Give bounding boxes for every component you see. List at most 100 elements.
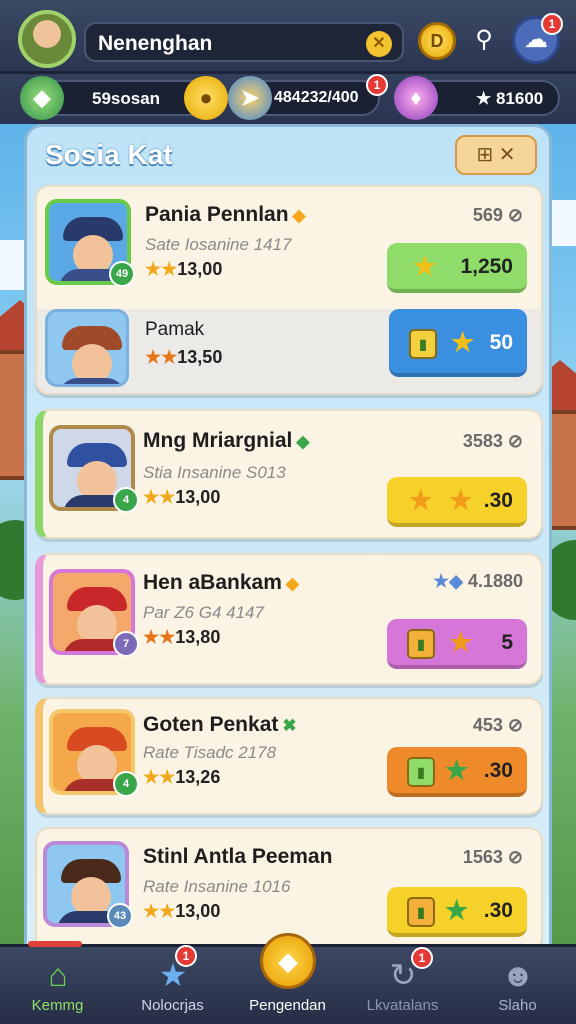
card-icon: ▮ [407,897,435,927]
subrow-action-button[interactable]: ▮ ★ 50 [389,309,527,377]
tag-icon: ◆ [285,574,299,593]
character-subtitle: Rate Tisadc 2178 [143,743,277,762]
character-rating-value: 13,00 [175,487,221,507]
subrow-name: Pamak [145,319,205,340]
nav-label: Slaho [498,997,537,1014]
character-card[interactable]: 7 Hen aBankam ◆ Par Z6 G4 4147 ★★13,80 ★◆… [35,553,543,685]
settings-button[interactable]: ☁ 1 [512,13,563,64]
star-icon: ★★ [143,627,176,647]
player-name-box[interactable]: Nenenghan ✕ [84,22,404,62]
character-rating: ★★13,00 [145,259,222,280]
nav-home[interactable]: ⌂ Kemmg [0,941,115,1024]
gem-icon: ★◆ [432,571,463,591]
level-badge: 4 [113,487,139,513]
coin-icon[interactable]: D [418,22,456,60]
character-count: 569 ⊘ [472,205,523,225]
character-count: 453 ⊘ [472,715,523,735]
card-icon: ▮ [407,629,435,659]
character-count-value: 453 [472,715,503,735]
panel-tools-button[interactable]: ⊞ ✕ [455,135,537,175]
notification-badge: 1 [175,945,197,967]
nav-label: Pengendan [249,997,326,1014]
card-icon: ▮ [407,757,435,787]
currency-compass-value: 484232/400 [274,89,359,106]
recruit-button-value: 1,250 [460,255,513,278]
recruit-button-value: 5 [501,631,513,654]
recruit-button[interactable]: ▮ ★ .30 [387,747,527,797]
character-rating: ★★13,80 [143,627,220,648]
character-card[interactable]: 49 Pania Pennlan ◆ Sate Iosanine 1417 ★★1… [35,185,543,395]
character-name: Stinl Antla Peeman [143,845,333,868]
character-name-text: Hen aBankam [143,571,282,594]
character-rating-value: 13,00 [175,901,221,921]
currency-potion-value: ★ 81600 [476,89,544,108]
character-card[interactable]: 4 Mng Mriargnial ◆ Stia Insanine S013 ★★1… [35,409,543,539]
character-count: 1563 ⊘ [462,847,523,867]
top-bar: Nenenghan ✕ D ⚲ ☁ 1 [0,0,576,74]
currency-gems[interactable]: ◆ 59sosan ● [20,76,228,120]
search-icon[interactable]: ⚲ [470,26,498,54]
level-badge: 49 [109,261,135,287]
character-name: Mng Mriargnial ◆ [143,429,309,453]
character-name: Pania Pennlan ◆ [145,203,306,227]
character-subrow[interactable]: Pamak ★★13,50 ▮ ★ 50 [37,309,541,393]
recruit-button[interactable]: ▮ ★ 5 [387,619,527,669]
star-icon: ★ [451,327,475,357]
subrow-rating-value: 13,50 [177,347,223,367]
character-rating-value: 13,00 [177,259,223,279]
nav-label: Lkvatalans [366,997,439,1014]
nav-center[interactable]: ◆ Pengendan [230,933,345,1024]
subrow-rating: ★★13,50 [145,347,222,368]
nav-notices[interactable]: ★ 1 Nolocrjas [115,945,230,1024]
recruit-button[interactable]: ▮ ★ .30 [387,887,527,937]
character-card[interactable]: 4 Goten Penkat ✖ Rate Tisadc 2178 ★★13,26… [35,697,543,815]
currency-bar: ◆ 59sosan ● ➤ 484232/400 1 ♦ ★ 81600 [0,74,576,124]
player-avatar[interactable] [18,10,76,68]
card-icon: ▮ [409,329,437,359]
home-icon: ⌂ [48,957,68,993]
character-count: 3583 ⊘ [462,431,523,451]
character-name: Goten Penkat ✖ [143,713,297,737]
character-rating: ★★13,00 [143,487,220,508]
chat-badge-icon: ◆ [260,933,316,989]
character-count-value: 1563 [462,847,503,867]
currency-gems-value: 59sosan [92,89,161,108]
tag-icon: ✖ [282,716,297,735]
level-badge: 7 [113,631,139,657]
tag-icon: ◆ [292,206,306,225]
chevron-badge-icon[interactable]: ✕ [366,31,392,57]
recruit-button[interactable]: ★ 1,250 [387,243,527,293]
potion-icon: ♦ [394,76,438,120]
subrow-button-value: 50 [489,331,513,354]
currency-potion[interactable]: ♦ ★ 81600 [394,76,560,120]
star-icon: ★★ [143,487,176,507]
star-icon: ★ [409,485,433,515]
character-rating-value: 13,80 [175,627,221,647]
currency-compass[interactable]: ➤ 484232/400 1 [228,74,388,120]
recruit-button-value: .30 [483,759,513,782]
gem-icon: ◆ [20,76,64,120]
character-subtitle: Sate Iosanine 1417 [145,235,292,254]
player-name: Nenenghan [98,32,213,55]
star-icon: ★ [445,895,469,925]
character-rating: ★★13,00 [143,901,220,922]
recruit-button[interactable]: ★ ★ .30 [387,477,527,527]
character-portrait [45,309,129,387]
character-count: ★◆ 4.1880 [433,571,523,592]
character-count-value: 4.1880 [467,571,523,591]
character-name-text: Goten Penkat [143,713,279,736]
nav-label: Kemmg [31,997,84,1014]
notification-badge: 1 [366,74,388,96]
recruit-button-value: .30 [483,489,513,512]
nav-profile[interactable]: ☻ Slaho [460,947,575,1024]
character-count-value: 569 [472,205,503,225]
notification-badge: 1 [411,947,433,969]
gold-coin-icon: ● [184,76,228,120]
nav-activities[interactable]: ↻ 1 Lkvatalans [345,947,460,1024]
level-badge: 4 [113,771,139,797]
tag-icon: ◆ [296,432,310,451]
active-indicator [28,941,82,947]
star-icon: ★ [413,251,437,281]
character-count-value: 3583 [462,431,503,451]
recruit-button-value: .30 [483,899,513,922]
